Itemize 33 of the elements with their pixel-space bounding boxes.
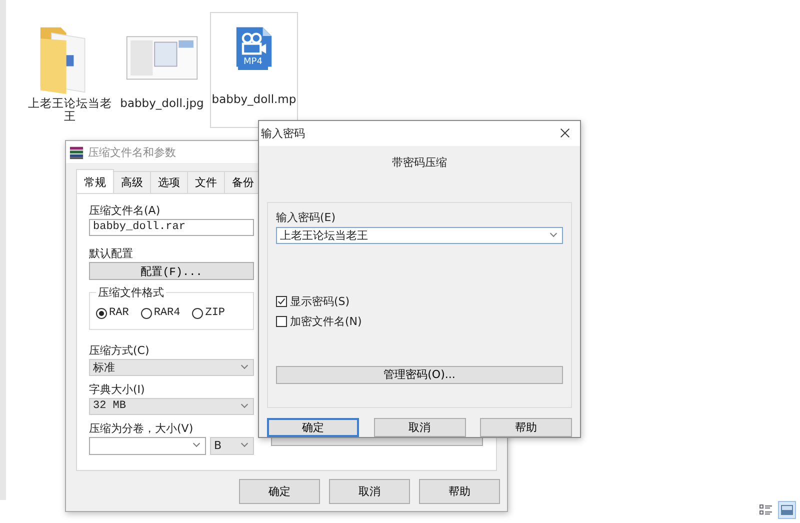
checkbox-option[interactable]: 显示密码(S) — [276, 294, 563, 309]
file-name: babby_doll.mp — [211, 93, 297, 106]
field-label: 压缩文件名(A) — [89, 204, 162, 217]
scrollbar[interactable] — [0, 0, 6, 500]
books-icon — [69, 144, 84, 160]
dialog-button[interactable]: 确定 — [267, 418, 359, 437]
file-item[interactable]: MP4 babby_doll.mp — [210, 12, 298, 128]
radio-option[interactable]: RAR4 — [140, 307, 180, 319]
password-field[interactable]: 上老王论坛当老王 — [276, 226, 563, 244]
dialog-heading: 带密码压缩 — [391, 154, 448, 171]
checkbox[interactable] — [276, 316, 287, 327]
checkbox[interactable] — [276, 296, 287, 307]
file-item[interactable]: babby_doll.jpg — [118, 12, 206, 135]
checkbox-option[interactable]: 加密文件名(N) — [276, 314, 563, 329]
large-icons-view-icon[interactable] — [778, 501, 796, 519]
dialog-button[interactable]: 取消 — [374, 418, 466, 437]
file-type-label: MP4 — [238, 55, 268, 70]
close-icon[interactable] — [560, 128, 570, 138]
radio-option[interactable]: ZIP — [192, 307, 226, 319]
field-label: 输入密码(E) — [276, 210, 337, 224]
file-item[interactable]: 上老王论坛当老王 — [26, 12, 114, 135]
radio-option[interactable]: RAR — [96, 307, 129, 319]
window-title: 压缩文件名和参数 — [88, 144, 176, 160]
dialog-button[interactable]: 帮助 — [480, 418, 572, 437]
field-label: 压缩方式(C) — [89, 344, 150, 357]
manage-passwords-button[interactable]: 管理密码(O)... — [276, 366, 563, 384]
file-name: babby_doll.jpg — [119, 97, 205, 110]
field-label: 压缩为分卷，大小(V) — [89, 422, 194, 435]
file-name: 上老王论坛当老王 — [27, 97, 113, 123]
group-label: 压缩文件格式 — [96, 285, 166, 300]
window-title: 输入密码 — [261, 126, 305, 141]
field-label: 字典大小(I) — [89, 383, 146, 396]
field-label: 默认配置 — [89, 247, 134, 260]
